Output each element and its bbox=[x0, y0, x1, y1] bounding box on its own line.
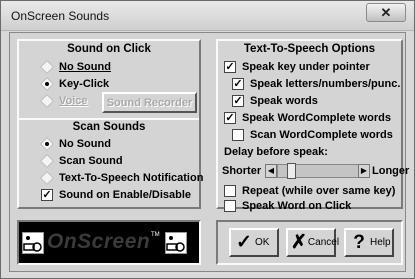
close-icon: ✕ bbox=[380, 5, 392, 20]
radio-button-selected[interactable] bbox=[41, 138, 53, 150]
delay-label: Delay before speak: bbox=[224, 146, 328, 158]
radio-button[interactable] bbox=[41, 172, 53, 184]
radio-click-voice[interactable]: Voice bbox=[41, 94, 88, 108]
checkbox-unchecked[interactable] bbox=[224, 185, 236, 197]
radio-button-disabled[interactable] bbox=[41, 95, 53, 107]
checkbox-checked[interactable]: ✓ bbox=[224, 61, 236, 73]
help-question-icon: ? bbox=[353, 232, 365, 253]
dialog-client-area: Sound on Click No Sound Key-Click Voice … bbox=[9, 32, 409, 272]
checkbox-label: Speak Word on Click bbox=[242, 200, 352, 212]
radio-label: Text-To-Speech Notification bbox=[59, 172, 204, 184]
radio-scan-tts-notification[interactable]: Text-To-Speech Notification bbox=[41, 171, 203, 185]
checkbox-label: Repeat (while over same key) bbox=[242, 185, 396, 197]
ok-check-icon: ✓ bbox=[236, 232, 252, 253]
checkbox-unchecked[interactable] bbox=[224, 200, 236, 212]
checkbox-checked[interactable]: ✓ bbox=[232, 95, 244, 107]
radio-label: Scan Sound bbox=[59, 155, 123, 167]
help-label: Help bbox=[370, 237, 391, 248]
check-speak-wordcomplete[interactable]: ✓ Speak WordComplete words bbox=[224, 111, 391, 125]
sound-recorder-button[interactable]: Sound Recorder bbox=[102, 92, 197, 113]
wheelchair-keyboard-icon bbox=[165, 232, 187, 254]
chevron-left-icon: ◀ bbox=[267, 166, 275, 175]
radio-scan-no-sound[interactable]: No Sound bbox=[41, 137, 111, 151]
cancel-button[interactable]: ✗ Cancel bbox=[286, 228, 340, 257]
checkbox-label: Speak letters/numbers/punc. bbox=[250, 78, 401, 90]
shorter-label: Shorter bbox=[222, 165, 262, 177]
radio-label: No Sound bbox=[59, 61, 111, 73]
ok-label: OK bbox=[255, 237, 270, 248]
checkbox-label: Speak WordComplete words bbox=[242, 112, 391, 124]
scan-sounds-heading: Scan Sounds bbox=[19, 118, 199, 133]
tts-options-group: Text-To-Speech Options ✓ Speak key under… bbox=[216, 39, 409, 212]
slider-left-arrow[interactable]: ◀ bbox=[265, 164, 277, 178]
radio-scan-scan-sound[interactable]: Scan Sound bbox=[41, 154, 123, 168]
checkbox-unchecked[interactable] bbox=[232, 129, 244, 141]
radio-label: No Sound bbox=[59, 138, 111, 150]
slider-right-arrow[interactable]: ▶ bbox=[358, 164, 370, 178]
checkbox-sound-enable-disable[interactable]: ✓ Sound on Enable/Disable bbox=[41, 188, 191, 202]
checkbox-checked[interactable]: ✓ bbox=[232, 78, 244, 90]
radio-button-selected[interactable] bbox=[41, 78, 53, 90]
checkbox-label: Speak words bbox=[250, 95, 318, 107]
checkbox-checked[interactable]: ✓ bbox=[41, 189, 53, 201]
dialog-buttons-panel: ✓ OK ✗ Cancel ? Help bbox=[216, 220, 403, 265]
radio-label: Key-Click bbox=[59, 78, 110, 90]
check-speak-key-under-pointer[interactable]: ✓ Speak key under pointer bbox=[224, 60, 370, 74]
check-repeat[interactable]: Repeat (while over same key) bbox=[224, 184, 395, 198]
radio-button[interactable] bbox=[41, 61, 53, 73]
checkbox-label: Scan WordComplete words bbox=[250, 129, 393, 141]
radio-label: Voice bbox=[59, 95, 88, 107]
checkbox-label: Speak key under pointer bbox=[242, 61, 370, 73]
checkbox-label: Sound on Enable/Disable bbox=[59, 189, 192, 201]
window-title: OnScreen Sounds bbox=[11, 9, 110, 23]
ok-button[interactable]: ✓ OK bbox=[229, 228, 279, 257]
longer-label: Longer bbox=[372, 165, 410, 177]
logo-tm: TM bbox=[151, 232, 160, 238]
check-speak-letters[interactable]: ✓ Speak letters/numbers/punc. bbox=[232, 77, 400, 91]
checkbox-checked[interactable]: ✓ bbox=[224, 112, 236, 124]
title-bar[interactable]: OnScreen Sounds ✕ bbox=[1, 1, 414, 31]
logo-text: OnScreen bbox=[47, 230, 151, 253]
check-scan-wordcomplete[interactable]: Scan WordComplete words bbox=[232, 128, 393, 142]
check-speak-word-on-click[interactable]: Speak Word on Click bbox=[224, 199, 351, 213]
cancel-x-icon: ✗ bbox=[291, 232, 307, 253]
onscreen-logo-panel: OnScreen TM bbox=[17, 220, 201, 265]
sound-on-click-heading: Sound on Click bbox=[67, 43, 151, 55]
onscreen-sounds-window: OnScreen Sounds ✕ Sound on Click No Soun… bbox=[0, 0, 415, 279]
radio-button[interactable] bbox=[41, 155, 53, 167]
chevron-right-icon: ▶ bbox=[360, 166, 368, 175]
wheelchair-keyboard-icon bbox=[22, 232, 44, 254]
radio-click-no-sound[interactable]: No Sound bbox=[41, 60, 111, 74]
delay-slider-thumb[interactable] bbox=[286, 163, 296, 179]
close-button[interactable]: ✕ bbox=[366, 3, 406, 22]
radio-click-key-click[interactable]: Key-Click bbox=[41, 77, 109, 91]
sound-on-click-group: Sound on Click No Sound Key-Click Voice … bbox=[17, 39, 203, 209]
cancel-label: Cancel bbox=[307, 237, 340, 248]
check-speak-words[interactable]: ✓ Speak words bbox=[232, 94, 318, 108]
help-button[interactable]: ? Help bbox=[344, 228, 394, 257]
tts-options-heading: Text-To-Speech Options bbox=[243, 43, 376, 55]
